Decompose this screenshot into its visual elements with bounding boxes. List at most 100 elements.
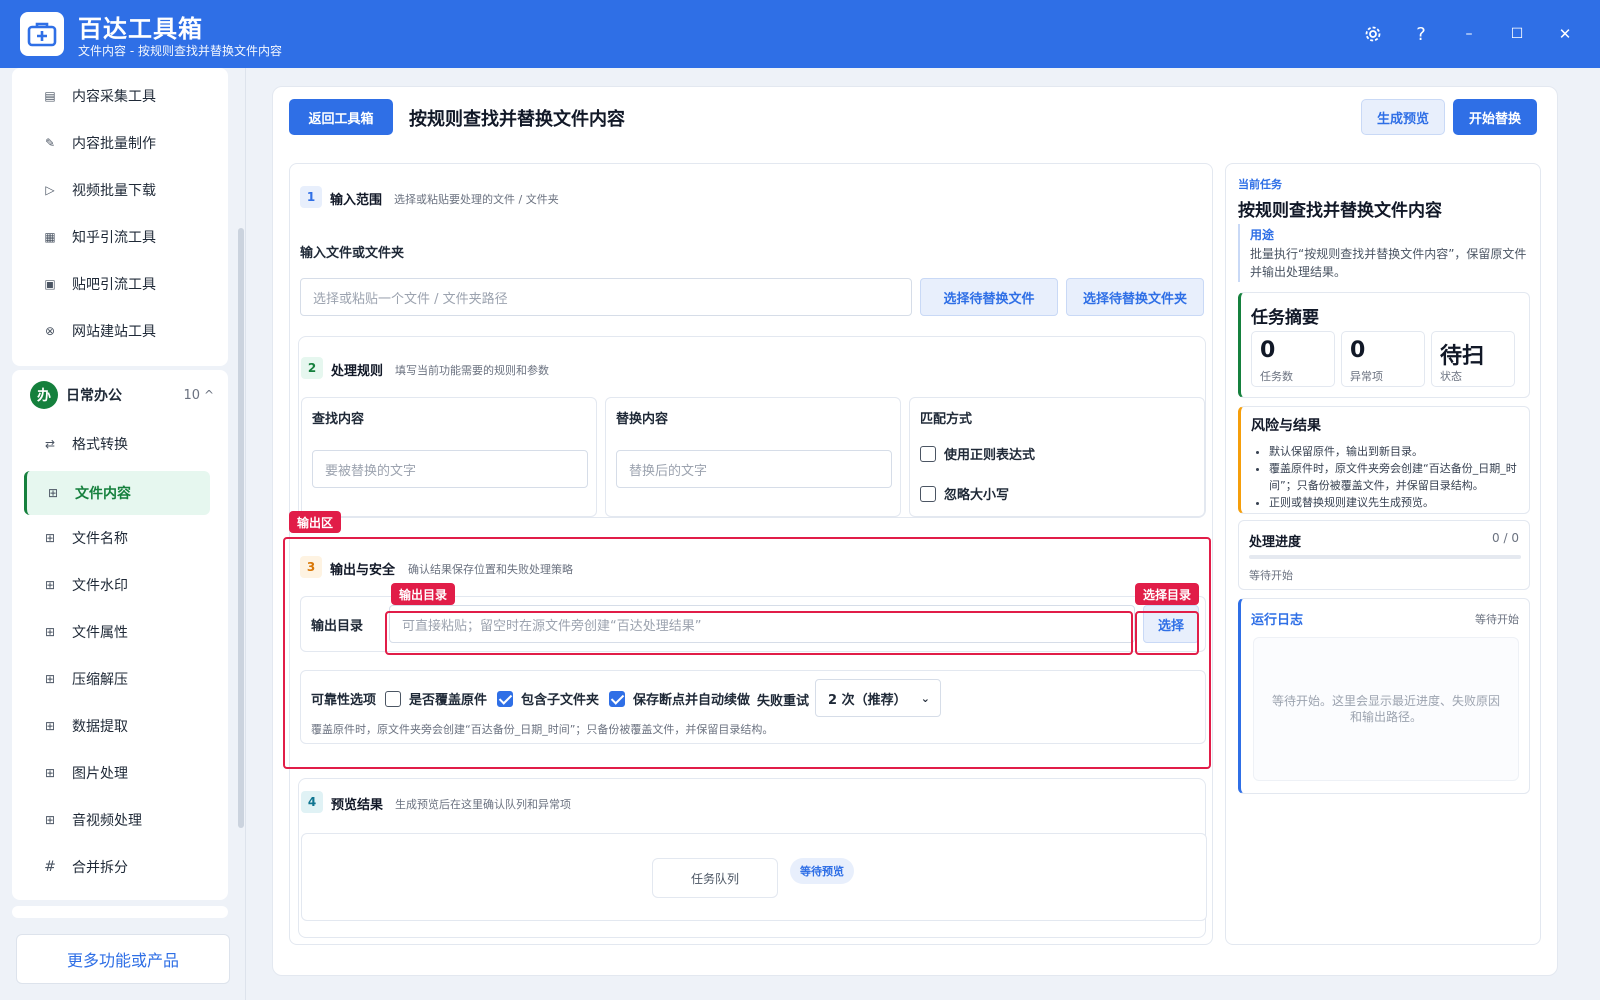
sidebar-item-merge-split[interactable]: # 合并拆分 <box>24 847 210 887</box>
summary-title: 任务摘要 <box>1251 308 1319 328</box>
section-preview: 4 预览结果 生成预览后在这里确认队列和异常项 任务队列 等待预览 <box>298 778 1207 938</box>
risk-item: 正则或替换规则建议先生成预览。 <box>1269 494 1527 511</box>
group-count: 10 <box>183 387 200 403</box>
globe-icon: ⊗ <box>44 324 56 338</box>
sidebar-item-label: 文件水印 <box>72 578 128 594</box>
risk-card: 风险与结果 默认保留原件，输出到新目录。 覆盖原件时，原文件夹旁会创建“百达备份… <box>1238 406 1530 514</box>
select-file-button[interactable]: 选择待替换文件 <box>920 278 1058 316</box>
section-number: 4 <box>301 791 323 813</box>
sidebar-item-label: 合并拆分 <box>72 860 128 876</box>
sidebar-item-label: 音视频处理 <box>72 813 142 829</box>
sidebar-item-file-name[interactable]: ⊞ 文件名称 <box>24 518 210 558</box>
risk-list: 默认保留原件，输出到新目录。 覆盖原件时，原文件夹旁会创建“百达备份_日期_时间… <box>1269 443 1527 511</box>
ignore-case-label: 忽略大小写 <box>944 488 1010 503</box>
gear-icon[interactable] <box>1360 22 1386 46</box>
run-log-card: 运行日志 等待开始 等待开始。这里会显示最近进度、失败原因和输出路径。 <box>1238 598 1530 794</box>
match-card: 匹配方式 使用正则表达式 忽略大小写 <box>909 397 1205 517</box>
sidebar-item-av[interactable]: ⊞ 音视频处理 <box>24 800 210 840</box>
chevron-up-icon[interactable]: ^ <box>204 388 214 402</box>
sidebar-item-zhihu[interactable]: ▦ 知乎引流工具 <box>24 217 210 257</box>
log-output[interactable]: 等待开始。这里会显示最近进度、失败原因和输出路径。 <box>1253 637 1519 781</box>
group-badge: 办 <box>30 381 58 409</box>
risk-item: 覆盖原件时，原文件夹旁会创建“百达备份_日期_时间”；只备份被覆盖文件，并保留目… <box>1269 460 1527 494</box>
scrollbar-thumb[interactable] <box>238 228 244 828</box>
sidebar-item-video-download[interactable]: ▷ 视频批量下载 <box>24 170 210 210</box>
group-title: 日常办公 <box>66 388 122 404</box>
sidebar-item-website[interactable]: ⊗ 网站建站工具 <box>24 311 210 351</box>
sidebar-item-file-content[interactable]: ⊞ 文件内容 <box>24 471 210 515</box>
section-desc: 选择或粘贴要处理的文件 / 文件夹 <box>394 193 559 206</box>
sidebar-item-label: 图片处理 <box>72 766 128 782</box>
task-summary-card: 任务摘要 0 任务数 0 异常项 待扫 状态 <box>1238 292 1530 398</box>
sidebar-item-label: 文件内容 <box>75 486 131 502</box>
regex-option[interactable]: 使用正则表达式 <box>920 444 1035 463</box>
find-input[interactable]: 要被替换的文字 <box>312 450 588 488</box>
sidebar-item-label: 文件名称 <box>72 531 128 547</box>
sidebar-item-file-watermark[interactable]: ⊞ 文件水印 <box>24 565 210 605</box>
stat-label: 异常项 <box>1350 370 1383 383</box>
sidebar-item-file-attributes[interactable]: ⊞ 文件属性 <box>24 612 210 652</box>
progress-count: 0 / 0 <box>1492 531 1519 545</box>
input-path-field[interactable]: 选择或粘贴一个文件 / 文件夹路径 <box>300 278 912 316</box>
grid-icon: ⊞ <box>44 672 56 686</box>
video-icon: ▷ <box>45 183 55 197</box>
match-label: 匹配方式 <box>920 412 973 427</box>
help-button[interactable]: ? <box>1408 22 1434 46</box>
sidebar-item-tieba[interactable]: ▣ 贴吧引流工具 <box>24 264 210 304</box>
sidebar-item-label: 格式转换 <box>72 437 128 453</box>
more-products-button[interactable]: 更多功能或产品 <box>16 934 230 984</box>
sidebar-item-image[interactable]: ⊞ 图片处理 <box>24 753 210 793</box>
ignore-case-option[interactable]: 忽略大小写 <box>920 484 1009 503</box>
sidebar-item-content-batch[interactable]: ✎ 内容批量制作 <box>24 123 210 163</box>
sidebar-item-label: 数据提取 <box>72 719 128 735</box>
purpose-label: 用途 <box>1250 228 1275 242</box>
task-queue-box[interactable]: 任务队列 <box>652 858 778 898</box>
sidebar-item-label: 内容采集工具 <box>72 89 156 105</box>
sidebar-item-compress[interactable]: ⊞ 压缩解压 <box>24 659 210 699</box>
generate-preview-button[interactable]: 生成预览 <box>1361 99 1445 135</box>
find-card: 查找内容 要被替换的文字 <box>301 397 597 517</box>
back-button[interactable]: 返回工具箱 <box>289 99 393 135</box>
section-number: 1 <box>300 186 322 208</box>
book-icon: ▤ <box>44 89 56 103</box>
output-dir-highlight <box>385 611 1133 655</box>
sidebar-item-content-collect[interactable]: ▤ 内容采集工具 <box>24 76 210 116</box>
section-desc: 生成预览后在这里确认队列和异常项 <box>395 798 571 811</box>
output-area-callout: 输出区 <box>289 511 342 533</box>
start-replace-button[interactable]: 开始替换 <box>1453 99 1537 135</box>
grid-icon: ⊞ <box>44 813 56 827</box>
sidebar-item-format-convert[interactable]: ⇄ 格式转换 <box>24 424 210 464</box>
regex-checkbox[interactable] <box>920 445 936 462</box>
sidebar-group-header[interactable]: 办 日常办公 10 ^ <box>18 378 224 412</box>
regex-label: 使用正则表达式 <box>944 448 1036 463</box>
title-bar: 百达工具箱 文件内容 - 按规则查找并替换文件内容 ? – ☐ ✕ <box>0 0 1600 68</box>
current-task-label: 当前任务 <box>1238 178 1282 191</box>
progress-status: 等待开始 <box>1249 569 1293 582</box>
progress-title: 处理进度 <box>1249 535 1302 550</box>
select-folder-button[interactable]: 选择待替换文件夹 <box>1066 278 1204 316</box>
sidebar-card-next <box>12 906 228 918</box>
current-task-title: 按规则查找并替换文件内容 <box>1238 201 1442 221</box>
forum-icon: ▣ <box>44 277 56 291</box>
grid-icon: ⊞ <box>47 486 59 500</box>
maximize-button[interactable]: ☐ <box>1504 22 1530 46</box>
close-button[interactable]: ✕ <box>1552 22 1578 46</box>
purpose-block: 用途 批量执行“按规则查找并替换文件内容”，保留原文件并输出处理结果。 <box>1238 224 1530 282</box>
sidebar-item-label: 网站建站工具 <box>72 324 156 340</box>
minimize-button[interactable]: – <box>1456 22 1482 46</box>
stat-value: 0 <box>1350 338 1366 363</box>
sidebar-item-label: 压缩解压 <box>72 672 128 688</box>
sidebar-scrollbar[interactable] <box>238 148 244 848</box>
purpose-text: 批量执行“按规则查找并替换文件内容”，保留原文件并输出处理结果。 <box>1250 247 1527 279</box>
select-dir-callout: 选择目录 <box>1135 583 1200 605</box>
output-dir-callout: 输出目录 <box>391 583 456 605</box>
ignore-case-checkbox[interactable] <box>920 485 936 502</box>
sidebar-item-data-extract[interactable]: ⊞ 数据提取 <box>24 706 210 746</box>
sidebar-item-label: 视频批量下载 <box>72 183 156 199</box>
stat-task-count: 0 任务数 <box>1251 331 1335 387</box>
select-dir-highlight <box>1135 611 1199 655</box>
replace-input[interactable]: 替换后的文字 <box>616 450 892 488</box>
section-title: 处理规则 <box>331 364 384 379</box>
stat-status: 待扫 状态 <box>1431 331 1515 387</box>
page-title: 按规则查找并替换文件内容 <box>409 109 625 130</box>
